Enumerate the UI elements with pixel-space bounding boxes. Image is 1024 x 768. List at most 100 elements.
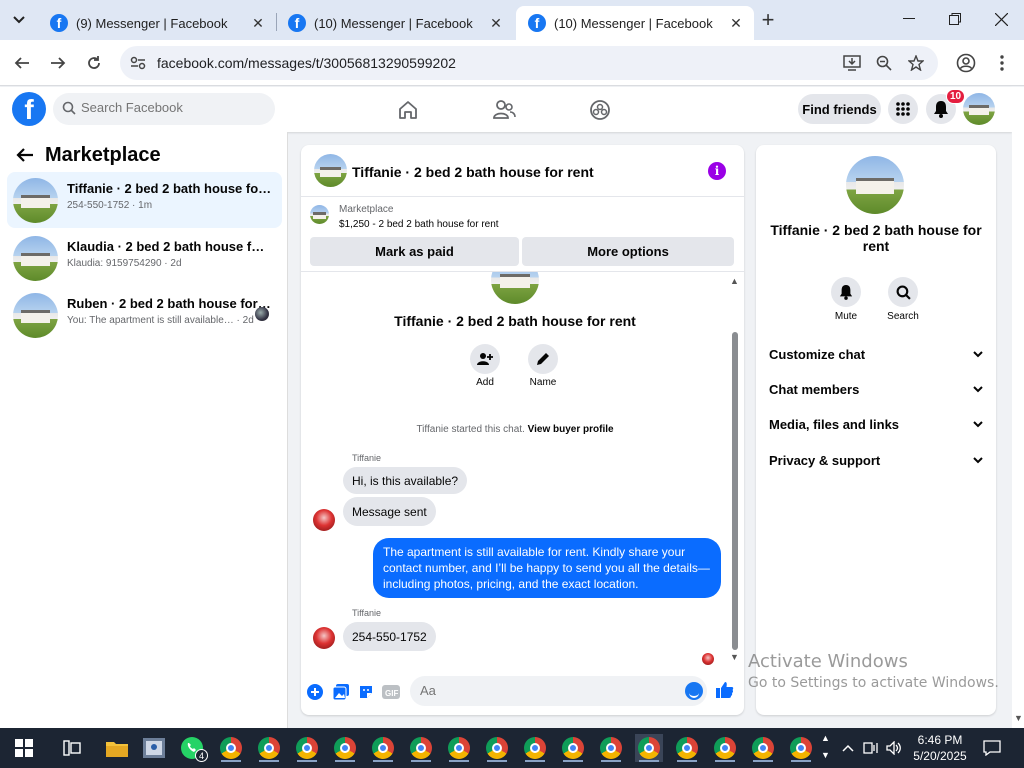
chrome-taskbar-icon[interactable] (673, 734, 701, 762)
chrome-taskbar-icon[interactable] (521, 734, 549, 762)
new-tab-button[interactable]: + (756, 7, 780, 32)
scroll-up-icon[interactable]: ▲ (730, 276, 739, 286)
mute-action[interactable]: Mute (821, 277, 871, 322)
view-buyer-profile-link[interactable]: View buyer profile (528, 424, 614, 435)
marketplace-listing-row[interactable]: Marketplace $1,250 - 2 bed 2 bath house … (301, 197, 744, 237)
chat-title[interactable]: Tiffanie · 2 bed 2 bath house for rent (352, 164, 594, 180)
name-action[interactable]: Name (518, 344, 568, 388)
friends-nav-icon[interactable] (491, 97, 517, 123)
notification-center-icon[interactable] (978, 734, 1006, 762)
close-tab-icon[interactable]: ✕ (250, 15, 266, 31)
reload-button[interactable] (80, 49, 108, 77)
chrome-taskbar-icon[interactable] (369, 734, 397, 762)
conversation-item[interactable]: Ruben · 2 bed 2 bath house for rent You:… (7, 287, 282, 343)
browser-tab-3-active[interactable]: f (10) Messenger | Facebook ✕ (516, 6, 754, 40)
windows-start-icon[interactable] (10, 734, 38, 762)
media-files-links-section[interactable]: Media, files and links (769, 414, 983, 434)
address-bar[interactable]: facebook.com/messages/t/3005681329059920… (120, 46, 938, 80)
conversation-item[interactable]: Tiffanie · 2 bed 2 bath house for rent 2… (7, 172, 282, 228)
emoji-icon[interactable] (685, 682, 703, 700)
taskbar-clock[interactable]: 6:46 PM 5/20/2025 (904, 732, 976, 764)
back-button[interactable] (8, 49, 36, 77)
conversation-name: Ruben · 2 bed 2 bath house for rent (67, 296, 272, 311)
browser-menu-button[interactable] (988, 49, 1016, 77)
page-scrollbar[interactable]: ▼ (1012, 87, 1024, 728)
forward-button[interactable] (44, 49, 72, 77)
incoming-message[interactable]: Hi, is this available? (343, 467, 468, 494)
more-options-button[interactable]: More options (522, 237, 734, 266)
search-action[interactable]: Search (878, 277, 928, 322)
mute-button[interactable] (831, 277, 861, 307)
incoming-message[interactable]: 254-550-1752 (343, 622, 436, 651)
facebook-search-box[interactable] (53, 93, 275, 125)
zoom-icon[interactable] (874, 53, 894, 73)
find-friends-button[interactable]: Find friends (798, 94, 881, 124)
gif-icon[interactable]: GIF (382, 683, 400, 701)
add-action[interactable]: Add (460, 344, 510, 388)
info-icon[interactable]: i (708, 162, 726, 180)
file-explorer-icon[interactable] (103, 734, 131, 762)
home-nav-icon[interactable] (395, 97, 421, 123)
chrome-taskbar-icon[interactable] (331, 734, 359, 762)
task-view-icon[interactable] (58, 734, 86, 762)
taskbar-scroll-arrows[interactable]: ▲ ▼ (821, 730, 830, 764)
chrome-taskbar-icon[interactable] (749, 734, 777, 762)
tab-search-button[interactable] (6, 8, 32, 32)
chrome-taskbar-icon[interactable] (787, 734, 815, 762)
close-window-button[interactable] (978, 0, 1024, 38)
chrome-taskbar-icon[interactable] (407, 734, 435, 762)
conversation-name: Klaudia · 2 bed 2 bath house for rent (67, 239, 272, 254)
search-in-chat-button[interactable] (888, 277, 918, 307)
chat-members-section[interactable]: Chat members (769, 379, 983, 399)
sender-avatar[interactable] (313, 627, 335, 649)
back-button[interactable] (12, 143, 38, 167)
scroll-down-icon[interactable]: ▼ (730, 652, 739, 662)
sticker-icon[interactable] (357, 683, 375, 701)
scroll-down-icon[interactable]: ▼ (1014, 713, 1023, 723)
close-tab-icon[interactable]: ✕ (728, 15, 744, 31)
chrome-taskbar-icon[interactable] (255, 734, 283, 762)
minimize-button[interactable] (886, 0, 932, 38)
chrome-taskbar-icon[interactable] (293, 734, 321, 762)
mark-as-paid-button[interactable]: Mark as paid (310, 237, 519, 266)
profile-button[interactable] (952, 49, 980, 77)
browser-tab-1[interactable]: f (9) Messenger | Facebook ✕ (38, 6, 276, 40)
sender-avatar[interactable] (313, 509, 335, 531)
privacy-support-section[interactable]: Privacy & support (769, 450, 983, 470)
chrome-taskbar-icon[interactable] (597, 734, 625, 762)
search-input[interactable] (81, 100, 261, 115)
thumbs-up-icon[interactable] (716, 681, 734, 699)
chrome-taskbar-icon-active[interactable] (635, 734, 663, 762)
browser-tab-2[interactable]: f (10) Messenger | Facebook ✕ (276, 6, 514, 40)
bookmark-star-icon[interactable] (906, 53, 926, 73)
edit-name-button[interactable] (528, 344, 558, 374)
chrome-taskbar-icon[interactable] (217, 734, 245, 762)
incoming-message[interactable]: Message sent (343, 497, 436, 526)
conversation-item[interactable]: Klaudia · 2 bed 2 bath house for rent Kl… (7, 230, 282, 286)
app-icon[interactable] (140, 734, 168, 762)
close-tab-icon[interactable]: ✕ (488, 15, 504, 31)
facebook-logo-icon[interactable]: f (12, 92, 46, 126)
scrollbar-thumb[interactable] (732, 332, 738, 650)
plus-circle-icon[interactable] (306, 683, 324, 701)
message-input-box[interactable] (410, 676, 707, 706)
listing-thumbnail[interactable] (314, 154, 347, 187)
chat-scrollbar[interactable]: ▲ ▼ (729, 276, 741, 666)
restore-button[interactable] (932, 0, 978, 38)
message-input[interactable] (420, 683, 670, 698)
whatsapp-icon[interactable]: 4 (178, 734, 208, 762)
install-app-icon[interactable] (842, 53, 862, 73)
site-settings-icon[interactable] (128, 53, 148, 73)
gaming-nav-icon[interactable] (587, 97, 613, 123)
add-person-button[interactable] (470, 344, 500, 374)
chevron-down-icon (973, 385, 983, 392)
chrome-taskbar-icon[interactable] (559, 734, 587, 762)
chrome-taskbar-icon[interactable] (445, 734, 473, 762)
account-avatar[interactable] (963, 93, 995, 125)
menu-grid-button[interactable] (888, 94, 918, 124)
chrome-taskbar-icon[interactable] (711, 734, 739, 762)
chrome-taskbar-icon[interactable] (483, 734, 511, 762)
customize-chat-section[interactable]: Customize chat (769, 344, 983, 364)
photo-icon[interactable] (332, 683, 350, 701)
outgoing-message[interactable]: The apartment is still available for ren… (373, 538, 721, 598)
